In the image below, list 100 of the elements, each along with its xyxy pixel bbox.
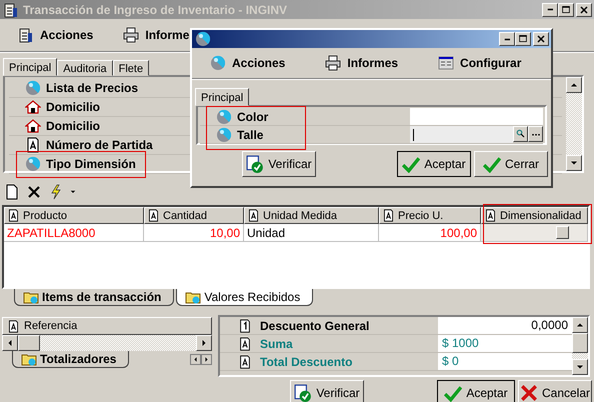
tab[interactable]: Valores Recibidos [176, 289, 314, 306]
tab[interactable]: Auditoria [57, 60, 113, 76]
minimize-icon [546, 8, 554, 11]
field-label: Talle [200, 126, 410, 143]
minimize-icon [504, 38, 510, 40]
scrollbar[interactable] [566, 77, 582, 171]
scroll-thumb[interactable] [18, 335, 40, 351]
field-label: Color [200, 108, 410, 125]
clipboard-icon [3, 2, 19, 18]
dropdown-button[interactable] [70, 190, 76, 194]
tab[interactable]: Principal [3, 58, 58, 76]
scroll-up-button[interactable] [572, 317, 588, 333]
property-item[interactable]: Domicilio [21, 98, 104, 116]
dialog-button[interactable]: Aceptar [437, 380, 515, 402]
toolbar-menu[interactable]: Acciones [210, 55, 286, 71]
document-icon [7, 320, 20, 332]
tab[interactable]: Totalizadores [12, 351, 130, 368]
list-icon [438, 55, 454, 71]
checkmark-icon [444, 384, 462, 402]
column-header[interactable]: Referencia [2, 317, 212, 335]
document-icon [25, 137, 41, 153]
sphere-icon [25, 80, 41, 96]
next-button[interactable] [201, 354, 212, 365]
maximize-button[interactable] [558, 2, 574, 16]
dialog-button[interactable]: Aceptar [397, 151, 471, 177]
document-icon [247, 209, 260, 222]
toolbar-menu[interactable]: Acciones [18, 27, 94, 43]
maximize-button[interactable] [515, 32, 531, 46]
minimize-button[interactable] [499, 32, 515, 46]
new-document-icon [4, 184, 20, 200]
sphere-icon [216, 108, 232, 124]
property-item[interactable]: Tipo Dimensión [21, 156, 141, 172]
table-cell: Unidad [244, 224, 379, 242]
scroll-left-button[interactable] [2, 335, 18, 351]
sphere-icon [195, 31, 211, 47]
scroll-thumb[interactable] [572, 333, 588, 353]
sphere-icon [210, 55, 226, 71]
property-item[interactable]: Lista de Precios [21, 80, 142, 96]
input-field[interactable] [410, 126, 513, 143]
close-icon [578, 4, 590, 16]
toolbar-menu[interactable]: Informe [123, 27, 190, 43]
total-value: 0,0000 [438, 317, 572, 334]
toolbar-menu[interactable]: Informes [325, 55, 398, 71]
checkmark-icon [402, 155, 420, 173]
maximize-icon [517, 33, 529, 45]
column-header[interactable]: Precio U. [379, 207, 481, 224]
scrollbar[interactable] [2, 335, 212, 351]
cross-icon [520, 384, 538, 402]
scroll-down-button[interactable] [572, 359, 588, 375]
total-label: Descuento General [220, 317, 438, 334]
checkmark-icon [482, 155, 501, 173]
scroll-up-button[interactable] [566, 77, 582, 93]
total-value: $ 1000 [438, 335, 572, 352]
dialog-button[interactable]: Cerrar [474, 151, 548, 177]
previous-button[interactable] [190, 354, 201, 365]
total-label: Suma [220, 335, 438, 352]
delete-icon [26, 184, 42, 200]
house-icon [25, 99, 41, 115]
printer-icon [325, 55, 342, 71]
column-header[interactable]: Cantidad [144, 207, 244, 224]
tab[interactable]: Flete [112, 60, 150, 76]
column-header[interactable]: Unidad Medida [244, 207, 379, 224]
window-title: Transacción de Ingreso de Inventario - INGINV [23, 2, 288, 16]
caret-icon [70, 190, 76, 194]
sphere-icon [216, 126, 232, 142]
input-field[interactable] [410, 108, 543, 125]
table-cell: ZAPATILLA8000 [4, 224, 144, 242]
more-button[interactable] [528, 126, 543, 142]
dialog-button[interactable]: Cancelar [518, 380, 592, 402]
close-button[interactable] [533, 32, 549, 46]
clipboard-icon [18, 27, 34, 43]
tab[interactable]: Principal [195, 88, 250, 106]
column-header[interactable]: Producto [4, 207, 144, 224]
checkbox[interactable] [556, 226, 569, 239]
property-item[interactable]: Domicilio [21, 118, 104, 134]
search-button[interactable] [513, 126, 528, 142]
property-item[interactable]: Número de Partida [21, 136, 157, 154]
printer-icon [123, 27, 140, 43]
table-cell: 10,00 [144, 224, 244, 242]
document-icon [7, 209, 20, 222]
maximize-icon [560, 4, 572, 16]
scroll-right-button[interactable] [196, 335, 212, 351]
dialog-button[interactable]: Verificar [242, 151, 316, 177]
document-icon [147, 209, 160, 222]
document-icon [382, 209, 395, 222]
document-icon [484, 209, 497, 222]
tab[interactable]: Items de transacción [14, 289, 174, 306]
total-value: $ 0 [438, 353, 572, 370]
sphere-icon [25, 156, 41, 172]
close-button[interactable] [576, 2, 592, 16]
document-check-icon [246, 155, 264, 173]
new-button[interactable] [4, 184, 20, 200]
dialog-button[interactable]: Verificar [290, 380, 364, 402]
search-icon [514, 128, 526, 140]
scroll-down-button[interactable] [566, 155, 582, 171]
toolbar-menu[interactable]: Configurar [438, 55, 522, 71]
minimize-button[interactable] [542, 2, 558, 16]
document-icon [238, 336, 252, 350]
close-icon [535, 33, 547, 45]
column-header[interactable]: Dimensionalidad [481, 207, 588, 224]
